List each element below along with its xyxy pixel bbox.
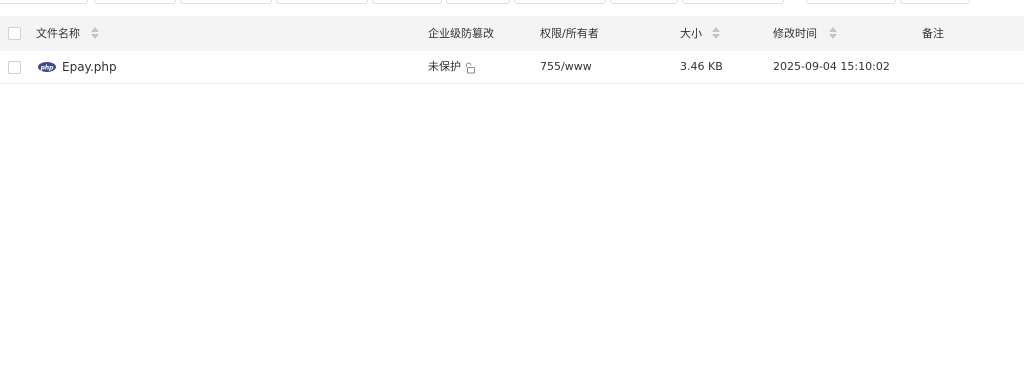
toolbar-button[interactable] xyxy=(446,0,510,4)
column-header-tamper: 企业级防篡改 xyxy=(428,27,494,40)
toolbar-button[interactable] xyxy=(806,0,896,4)
column-header-size[interactable]: 大小 xyxy=(680,26,702,42)
row-checkbox[interactable] xyxy=(8,61,21,74)
file-name[interactable]: Epay.php xyxy=(62,59,117,75)
toolbar-button[interactable] xyxy=(180,0,272,4)
table-header: 文件名称 企业级防篡改 权限/所有者 大小 修改时间 备注 xyxy=(0,16,1024,51)
sort-icon[interactable] xyxy=(829,27,837,39)
column-header-name[interactable]: 文件名称 xyxy=(36,26,80,42)
svg-text:php: php xyxy=(40,64,55,71)
modified-time: 2025-09-04 15:10:02 xyxy=(773,60,890,73)
toolbar-button[interactable] xyxy=(682,0,784,4)
toolbar-button[interactable] xyxy=(372,0,442,4)
column-header-note: 备注 xyxy=(922,27,944,40)
unlocked-icon[interactable] xyxy=(464,62,476,74)
toolbar-button[interactable] xyxy=(276,0,368,4)
permission-owner[interactable]: 755/www xyxy=(540,59,592,75)
select-all-checkbox[interactable] xyxy=(8,27,21,40)
php-file-icon: php xyxy=(38,62,56,72)
file-size: 3.46 KB xyxy=(680,60,723,73)
toolbar-button[interactable] xyxy=(94,0,176,4)
toolbar-button[interactable] xyxy=(610,0,678,4)
column-header-mtime[interactable]: 修改时间 xyxy=(773,26,817,42)
table-row[interactable]: php Epay.php 未保护 755/www 3.46 KB 2025-09… xyxy=(0,51,1024,84)
tamper-status: 未保护 xyxy=(428,60,461,73)
toolbar-button[interactable] xyxy=(900,0,970,4)
toolbar-button[interactable] xyxy=(0,0,88,4)
sort-icon[interactable] xyxy=(712,27,720,39)
toolbar-button[interactable] xyxy=(514,0,606,4)
toolbar xyxy=(0,0,1024,8)
sort-icon[interactable] xyxy=(91,27,99,39)
column-header-permission: 权限/所有者 xyxy=(540,27,599,40)
